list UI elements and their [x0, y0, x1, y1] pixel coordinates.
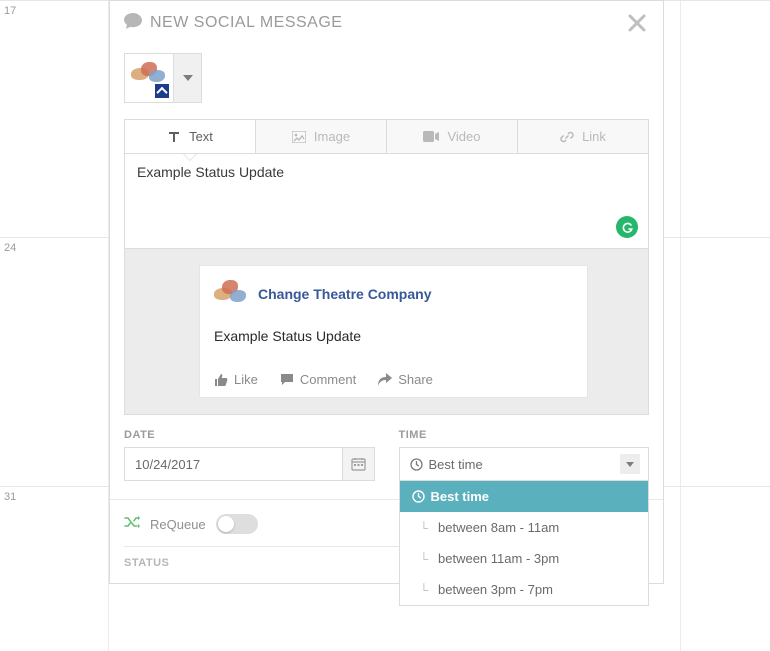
chevron-down-icon: [183, 75, 193, 81]
content-type-tabs: Text Image Video Link: [124, 119, 649, 153]
share-label: Share: [398, 372, 433, 387]
speech-bubble-icon: [124, 13, 142, 34]
calendar-day-number: 31: [4, 491, 16, 503]
new-social-message-modal: NEW SOCIAL MESSAGE Text: [109, 0, 664, 584]
time-option-label: between 3pm - 7pm: [438, 582, 553, 597]
post-actions: Like Comment Share: [214, 372, 573, 387]
time-option-label: between 11am - 3pm: [438, 551, 559, 566]
time-dropdown-toggle[interactable]: Best time: [399, 447, 650, 481]
post-body: Example Status Update: [214, 328, 573, 344]
page-logo-icon: [214, 280, 248, 308]
time-dropdown: Best time └ between 8am - 11am └ between…: [399, 481, 650, 606]
time-option[interactable]: └ between 11am - 3pm: [400, 543, 649, 574]
facebook-badge-icon: [155, 84, 169, 98]
time-selected: Best time: [429, 457, 483, 472]
page-logo-icon: [131, 62, 167, 84]
clock-icon: [412, 490, 425, 503]
grammarly-icon[interactable]: [616, 216, 638, 238]
page-name: Change Theatre Company: [258, 286, 431, 302]
time-option[interactable]: └ between 3pm - 7pm: [400, 574, 649, 605]
clock-icon: [410, 458, 423, 471]
time-option-label: between 8am - 11am: [438, 520, 559, 535]
like-label: Like: [234, 372, 258, 387]
post-preview-area: Change Theatre Company Example Status Up…: [124, 249, 649, 415]
requeue-label: ReQueue: [150, 517, 206, 532]
date-label: DATE: [124, 429, 375, 441]
message-editor[interactable]: Example Status Update: [124, 153, 649, 249]
share-button[interactable]: Share: [378, 372, 433, 387]
branch-icon: └: [420, 552, 429, 566]
time-label: TIME: [399, 429, 650, 441]
shuffle-icon: [124, 515, 140, 534]
social-profile-picker: [124, 53, 202, 103]
chevron-down-icon: [620, 454, 640, 474]
comment-button[interactable]: Comment: [280, 372, 356, 387]
calendar-day-number: 24: [4, 242, 16, 254]
message-text: Example Status Update: [137, 164, 636, 180]
tab-video[interactable]: Video: [387, 120, 518, 153]
modal-header: NEW SOCIAL MESSAGE: [110, 1, 663, 43]
tab-label: Text: [189, 129, 213, 144]
time-option-best[interactable]: Best time: [400, 481, 649, 512]
branch-icon: └: [420, 583, 429, 597]
like-button[interactable]: Like: [214, 372, 258, 387]
time-select: Best time Best time └ between 8am - 11am: [399, 447, 650, 481]
tab-label: Video: [447, 129, 480, 144]
modal-title: NEW SOCIAL MESSAGE: [124, 13, 342, 34]
close-button[interactable]: [625, 11, 649, 35]
tab-label: Link: [582, 129, 606, 144]
facebook-post-preview: Change Theatre Company Example Status Up…: [199, 265, 588, 398]
tab-label: Image: [314, 129, 350, 144]
branch-icon: └: [420, 521, 429, 535]
tab-text[interactable]: Text: [125, 120, 256, 153]
time-option-label: Best time: [431, 489, 490, 504]
tab-link[interactable]: Link: [518, 120, 648, 153]
time-option[interactable]: └ between 8am - 11am: [400, 512, 649, 543]
requeue-toggle[interactable]: [216, 514, 258, 534]
calendar-picker-button[interactable]: [342, 448, 374, 480]
calendar-icon: [351, 457, 366, 471]
tab-image[interactable]: Image: [256, 120, 387, 153]
date-input-group: [124, 447, 375, 481]
profile-thumbnail[interactable]: [125, 54, 173, 102]
date-input[interactable]: [125, 448, 342, 480]
profile-dropdown-toggle[interactable]: [173, 54, 201, 102]
calendar-day-number: 17: [4, 5, 16, 17]
comment-label: Comment: [300, 372, 356, 387]
modal-title-text: NEW SOCIAL MESSAGE: [150, 14, 342, 32]
